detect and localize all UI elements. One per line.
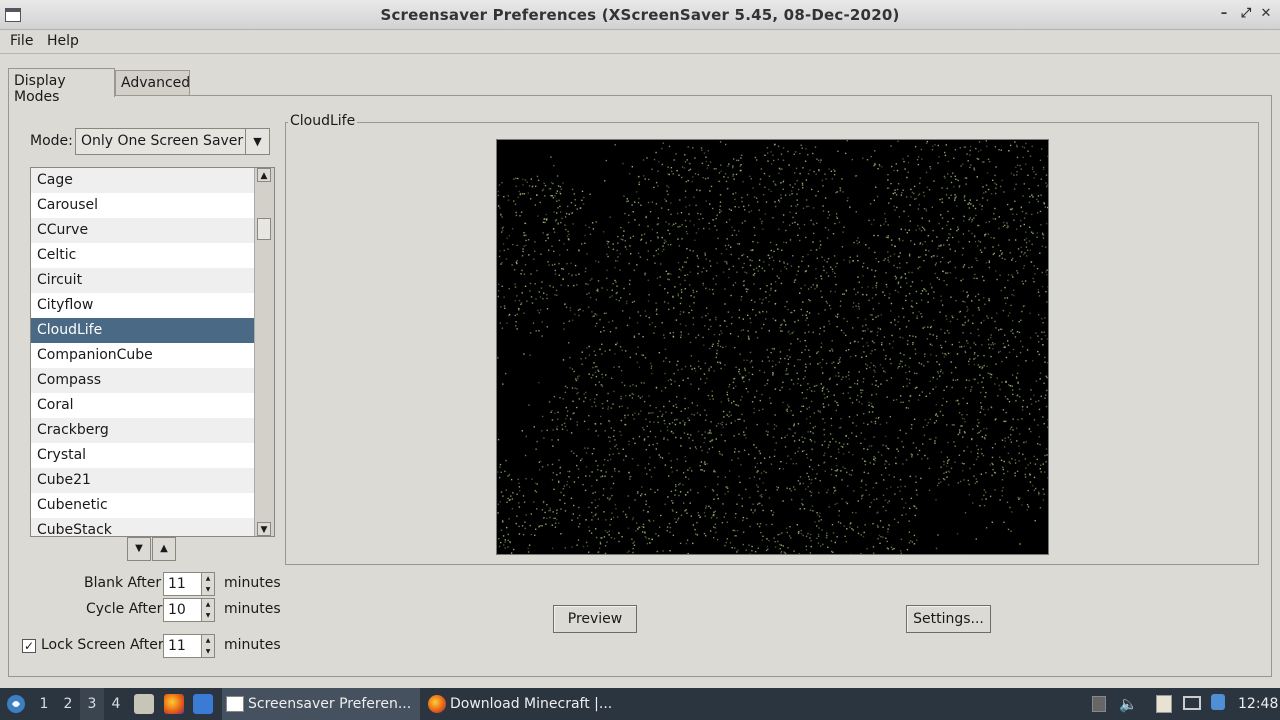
next-saver-button[interactable]: ▼ bbox=[127, 537, 151, 561]
list-item[interactable]: CCurve bbox=[31, 218, 255, 243]
minimize-icon[interactable]: – bbox=[1216, 6, 1232, 22]
tab-advanced[interactable]: Advanced bbox=[115, 70, 190, 96]
screensaver-list[interactable]: Cage Carousel CCurve Celtic Circuit Cityflow C… bbox=[30, 167, 275, 537]
blank-after-unit: minutes bbox=[224, 575, 281, 591]
scroll-up-icon[interactable]: ▲ bbox=[257, 168, 271, 182]
list-item[interactable]: CompanionCube bbox=[31, 343, 255, 368]
list-item[interactable]: CloudLife bbox=[31, 318, 255, 343]
close-icon[interactable]: ✕ bbox=[1258, 6, 1274, 22]
list-item[interactable]: CubeStack bbox=[31, 518, 255, 536]
file-manager-icon[interactable] bbox=[134, 694, 154, 714]
taskbar: 1 2 3 4 Screensaver Preferen... Download… bbox=[0, 688, 1280, 720]
workspace-4[interactable]: 4 bbox=[104, 688, 128, 720]
spinner-arrows-icon[interactable]: ▲ ▼ bbox=[201, 599, 214, 621]
list-item[interactable]: Crystal bbox=[31, 443, 255, 468]
cycle-after-unit: minutes bbox=[224, 601, 281, 617]
lock-screen-label[interactable]: Lock Screen After bbox=[41, 637, 164, 653]
task-screensaver-label: Screensaver Preferen... bbox=[248, 696, 412, 712]
menu-file[interactable]: File bbox=[10, 33, 33, 49]
maximize-icon[interactable]: ⤢ bbox=[1238, 6, 1254, 22]
list-item[interactable]: Crackberg bbox=[31, 418, 255, 443]
workspace-2[interactable]: 2 bbox=[56, 688, 80, 720]
prev-saver-button[interactable]: ▲ bbox=[152, 537, 176, 561]
mode-select-value: Only One Screen Saver bbox=[81, 133, 244, 149]
menu-bar: File Help bbox=[0, 30, 1280, 54]
cloudlife-preview-image bbox=[497, 140, 1048, 554]
list-item[interactable]: Cube21 bbox=[31, 468, 255, 493]
cycle-after-spinner[interactable]: 10 ▲ ▼ bbox=[163, 598, 215, 622]
mode-label: Mode: bbox=[30, 133, 73, 149]
preview-frame-label: CloudLife bbox=[288, 113, 358, 129]
task-minecraft-label: Download Minecraft |... bbox=[450, 696, 613, 712]
preview-button[interactable]: Preview bbox=[553, 605, 637, 633]
desktop-icon[interactable] bbox=[193, 694, 213, 714]
firefox-icon bbox=[428, 695, 446, 713]
workspace-1[interactable]: 1 bbox=[32, 688, 56, 720]
workspace-3[interactable]: 3 bbox=[80, 688, 104, 720]
blank-after-value[interactable]: 11 bbox=[168, 576, 186, 592]
title-bar: Screensaver Preferences (XScreenSaver 5.… bbox=[0, 0, 1280, 30]
window-icon bbox=[226, 696, 244, 712]
list-item[interactable]: Cityflow bbox=[31, 293, 255, 318]
menu-help[interactable]: Help bbox=[47, 33, 79, 49]
list-item[interactable]: Celtic bbox=[31, 243, 255, 268]
update-shield-icon[interactable] bbox=[1211, 688, 1227, 720]
network-icon[interactable] bbox=[1183, 688, 1203, 720]
lock-screen-unit: minutes bbox=[224, 637, 281, 653]
lock-screen-checkbox[interactable]: ✓ bbox=[22, 639, 36, 653]
clipboard-icon[interactable] bbox=[1156, 688, 1174, 720]
volume-icon[interactable]: 🔈 bbox=[1119, 688, 1138, 720]
cycle-after-label: Cycle After bbox=[86, 601, 163, 617]
lock-screen-spinner[interactable]: 11 ▲ ▼ bbox=[163, 634, 215, 658]
mode-select[interactable]: Only One Screen Saver ▼ bbox=[75, 128, 270, 155]
cycle-after-value[interactable]: 10 bbox=[168, 602, 186, 618]
tray-up-arrow-icon[interactable] bbox=[1092, 688, 1108, 720]
list-item[interactable]: Cage bbox=[31, 168, 255, 193]
list-scrollbar[interactable]: ▲ ▼ bbox=[254, 168, 274, 536]
firefox-icon[interactable] bbox=[164, 694, 184, 714]
tab-display-modes[interactable]: Display Modes bbox=[8, 68, 115, 105]
blank-after-label: Blank After bbox=[84, 575, 162, 591]
list-item[interactable]: Circuit bbox=[31, 268, 255, 293]
lock-screen-value[interactable]: 11 bbox=[168, 638, 186, 654]
list-item[interactable]: Compass bbox=[31, 368, 255, 393]
scroll-thumb[interactable] bbox=[257, 218, 271, 240]
list-item[interactable]: Coral bbox=[31, 393, 255, 418]
chevron-down-icon[interactable]: ▼ bbox=[245, 129, 269, 154]
list-item[interactable]: Carousel bbox=[31, 193, 255, 218]
task-minecraft[interactable]: Download Minecraft |... bbox=[424, 688, 620, 720]
scroll-down-icon[interactable]: ▼ bbox=[257, 522, 271, 536]
clock: 12:48 bbox=[1238, 696, 1279, 712]
preview-area bbox=[496, 139, 1049, 555]
window-title: Screensaver Preferences (XScreenSaver 5.… bbox=[380, 6, 900, 24]
blank-after-spinner[interactable]: 11 ▲ ▼ bbox=[163, 572, 215, 596]
task-screensaver[interactable]: Screensaver Preferen... bbox=[222, 688, 420, 720]
list-item[interactable]: Cubenetic bbox=[31, 493, 255, 518]
start-menu-icon[interactable] bbox=[4, 688, 28, 720]
settings-button[interactable]: Settings... bbox=[906, 605, 991, 633]
spinner-arrows-icon[interactable]: ▲ ▼ bbox=[201, 573, 214, 595]
spinner-arrows-icon[interactable]: ▲ ▼ bbox=[201, 635, 214, 657]
